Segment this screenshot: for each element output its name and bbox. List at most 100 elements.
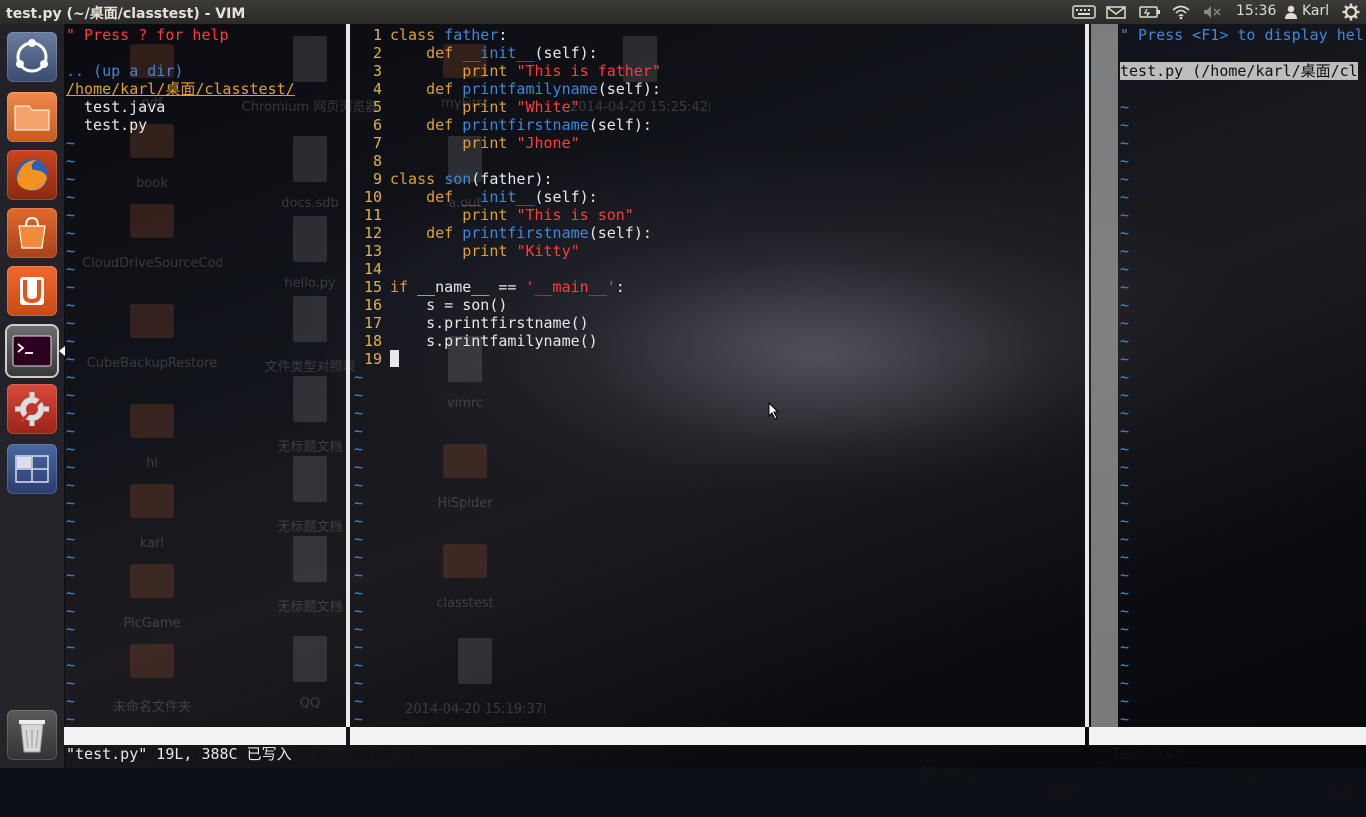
terminal-icon[interactable] bbox=[7, 326, 57, 376]
firefox-icon[interactable] bbox=[7, 150, 57, 200]
folder-icon bbox=[130, 404, 174, 438]
empty-line-tilde: ~ bbox=[1120, 710, 1130, 728]
empty-line-tilde: ~ bbox=[354, 692, 364, 710]
system-settings-icon[interactable] bbox=[7, 384, 57, 434]
trash-icon[interactable] bbox=[7, 710, 57, 760]
status-taglist-scroll: 全部 bbox=[1326, 781, 1357, 799]
empty-line-tilde: ~ bbox=[354, 494, 364, 512]
desktop-icon-label: 2014-04-20 15:25:42的屏幕截图.png bbox=[570, 100, 710, 115]
code-line: if __name__ == '__main__': bbox=[390, 278, 625, 296]
desktop-icon-label: 2014-04-20 15:19:37的屏幕截图.png bbox=[405, 702, 545, 717]
mail-icon[interactable] bbox=[1106, 6, 1126, 19]
launcher bbox=[0, 24, 65, 768]
empty-line-tilde: ~ bbox=[1120, 494, 1130, 512]
split-separator[interactable] bbox=[1085, 24, 1089, 727]
empty-line-tilde: ~ bbox=[66, 134, 76, 152]
empty-line-tilde: ~ bbox=[66, 494, 76, 512]
empty-line-tilde: ~ bbox=[66, 440, 76, 458]
empty-line-tilde: ~ bbox=[66, 386, 76, 404]
line-number: 19 bbox=[363, 350, 382, 368]
desktop-icon-label: karl bbox=[139, 536, 165, 551]
empty-line-tilde: ~ bbox=[66, 296, 76, 314]
editor-status: test.py 19,0-1 全部 bbox=[350, 727, 1085, 799]
line-number: 12 bbox=[363, 224, 382, 242]
empty-line-tilde: ~ bbox=[354, 368, 364, 386]
line-number: 1 bbox=[372, 26, 382, 44]
empty-line-tilde: ~ bbox=[66, 602, 76, 620]
window-title: test.py (~/桌面/classtest) - VIM bbox=[6, 6, 246, 22]
taglist-file-entry[interactable]: test.py (/home/karl/桌面/cl bbox=[1120, 62, 1358, 80]
workspace-switcher-icon[interactable] bbox=[7, 444, 57, 494]
empty-line-tilde: ~ bbox=[66, 584, 76, 602]
user-icon[interactable] bbox=[1284, 5, 1298, 19]
empty-line-tilde: ~ bbox=[66, 530, 76, 548]
volume-muted-icon[interactable] bbox=[1202, 5, 1222, 19]
code-line: class son(father): bbox=[390, 170, 553, 188]
empty-line-tilde: ~ bbox=[1120, 422, 1130, 440]
empty-line-tilde: ~ bbox=[1120, 386, 1130, 404]
line-number: 7 bbox=[372, 134, 382, 152]
file-icon bbox=[293, 376, 327, 422]
command-line[interactable]: "test.py" 19L, 388C 已写入 bbox=[66, 745, 292, 763]
empty-line-tilde: ~ bbox=[354, 674, 364, 692]
code-line: print "White" bbox=[462, 98, 580, 116]
nerdtree-file-item[interactable]: test.java bbox=[84, 98, 165, 116]
split-separator[interactable] bbox=[346, 24, 350, 727]
text-cursor bbox=[390, 350, 399, 367]
nerdtree-root[interactable]: /home/karl/桌面/classtest/ bbox=[66, 80, 295, 98]
ubuntu-dash-icon[interactable] bbox=[7, 32, 57, 82]
empty-line-tilde: ~ bbox=[354, 440, 364, 458]
folder-icon bbox=[130, 484, 174, 518]
line-number: 17 bbox=[363, 314, 382, 332]
folder-icon bbox=[130, 304, 174, 338]
empty-line-tilde: ~ bbox=[1120, 224, 1130, 242]
status-taglist-name: __Tag_List__ bbox=[1093, 745, 1202, 763]
power-gear-icon[interactable] bbox=[1342, 3, 1360, 21]
mouse-pointer-icon bbox=[768, 402, 780, 420]
empty-line-tilde: ~ bbox=[1120, 530, 1130, 548]
user-name[interactable]: Karl bbox=[1302, 3, 1329, 19]
empty-line-tilde: ~ bbox=[1120, 314, 1130, 332]
taglist-help: " Press <F1> to display hel bbox=[1120, 26, 1364, 44]
wifi-icon[interactable] bbox=[1171, 4, 1191, 20]
keyboard-icon[interactable] bbox=[1072, 5, 1096, 19]
line-number: 14 bbox=[363, 260, 382, 278]
code-line: s.printfirstname() bbox=[390, 314, 589, 332]
empty-line-tilde: ~ bbox=[354, 584, 364, 602]
empty-line-tilde: ~ bbox=[354, 656, 364, 674]
clock[interactable]: 15:36 bbox=[1236, 3, 1276, 19]
empty-line-tilde: ~ bbox=[1120, 656, 1130, 674]
empty-line-tilde: ~ bbox=[354, 476, 364, 494]
empty-line-tilde: ~ bbox=[1120, 242, 1130, 260]
code-line: print "Kitty" bbox=[462, 242, 580, 260]
files-icon[interactable] bbox=[7, 92, 57, 142]
nerdtree-status: /home/karl/桌面/classtest bbox=[64, 727, 346, 763]
desktop-wallpaper bbox=[0, 24, 1366, 768]
nerdtree-up-dir[interactable]: .. (up a dir) bbox=[66, 62, 183, 80]
empty-line-tilde: ~ bbox=[354, 386, 364, 404]
empty-line-tilde: ~ bbox=[1120, 206, 1130, 224]
empty-line-tilde: ~ bbox=[66, 350, 76, 368]
status-taglist-pos: 3,1 bbox=[1227, 763, 1255, 781]
folder-icon bbox=[443, 544, 487, 578]
nerdtree-file-item[interactable]: test.py bbox=[84, 116, 147, 134]
empty-line-tilde: ~ bbox=[66, 278, 76, 296]
empty-line-tilde: ~ bbox=[1120, 296, 1130, 314]
empty-line-tilde: ~ bbox=[1120, 278, 1130, 296]
empty-line-tilde: ~ bbox=[66, 710, 76, 728]
line-number: 8 bbox=[372, 152, 382, 170]
battery-icon[interactable] bbox=[1139, 5, 1161, 19]
software-center-icon[interactable] bbox=[7, 208, 57, 258]
empty-line-tilde: ~ bbox=[66, 512, 76, 530]
empty-line-tilde: ~ bbox=[1120, 368, 1130, 386]
file-icon bbox=[293, 296, 327, 342]
file-icon bbox=[293, 36, 327, 82]
taglist-fold-marker[interactable]: - bbox=[1093, 62, 1102, 80]
code-line: print "Jhone" bbox=[462, 134, 580, 152]
folder-icon bbox=[130, 644, 174, 678]
status-file-name: test.py bbox=[354, 745, 418, 763]
active-indicator-icon bbox=[59, 346, 65, 356]
empty-line-tilde: ~ bbox=[1120, 584, 1130, 602]
ubuntu-one-icon[interactable] bbox=[7, 266, 57, 316]
line-number: 18 bbox=[363, 332, 382, 350]
